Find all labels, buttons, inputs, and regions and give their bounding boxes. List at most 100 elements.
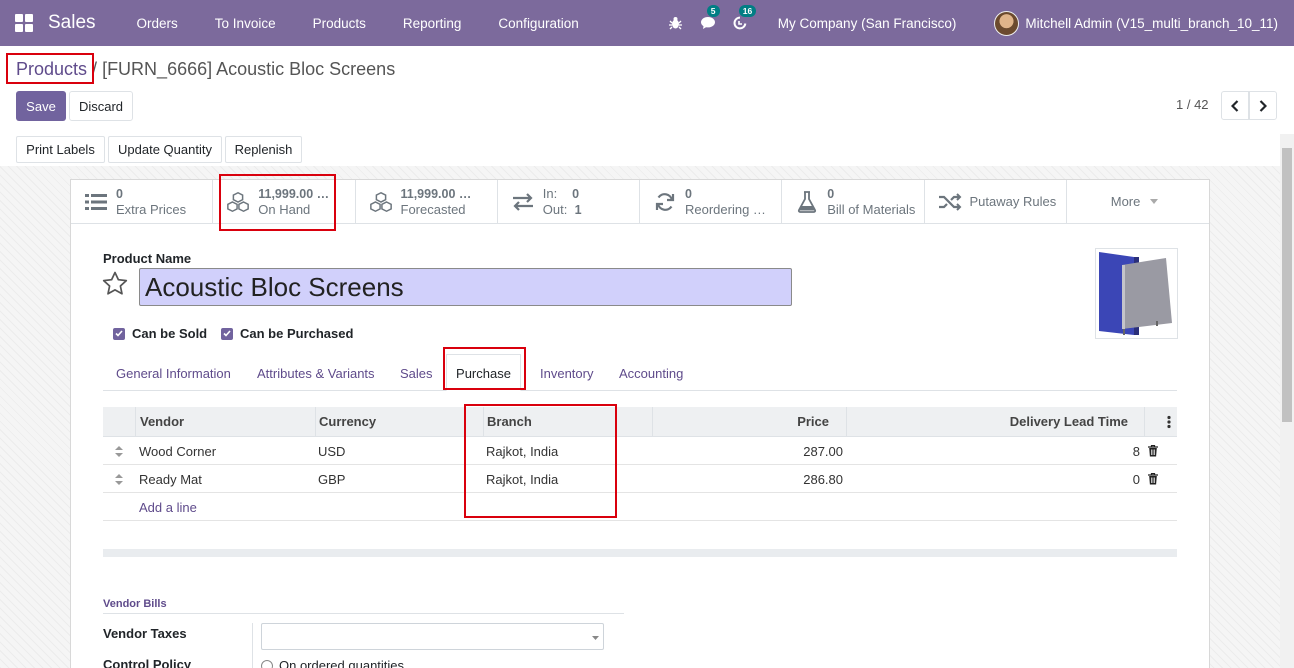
drag-handle-icon[interactable] <box>115 474 123 485</box>
add-line-row: Add a line <box>103 493 1177 521</box>
more-button[interactable]: More <box>1067 180 1209 223</box>
product-name-input[interactable]: Acoustic Bloc Screens <box>139 268 792 306</box>
cell-currency[interactable]: USD <box>318 444 345 459</box>
control-policy-radio[interactable]: On ordered quantities <box>261 658 404 668</box>
activities-icon[interactable]: 16 <box>728 5 757 33</box>
cell-price[interactable]: 286.80 <box>803 472 843 487</box>
menu-to-invoice[interactable]: To Invoice <box>196 16 294 31</box>
column-delivery-lead-time[interactable]: Delivery Lead Time <box>1010 414 1128 429</box>
menu-configuration[interactable]: Configuration <box>479 16 596 31</box>
on-hand-button[interactable]: 11,999.00 … On Hand <box>213 180 356 223</box>
form-sheet: 0 Extra Prices 11,999.00 … On Hand 11,999.… <box>70 179 1210 668</box>
vendor-taxes-label: Vendor Taxes <box>103 626 187 641</box>
control-policy-label: Control Policy <box>103 657 192 668</box>
breadcrumb-products-link[interactable]: Products <box>16 59 87 79</box>
caret-down-icon <box>592 636 599 640</box>
menu-orders[interactable]: Orders <box>118 16 196 31</box>
apps-menu-icon[interactable] <box>15 14 33 32</box>
can-be-sold-checkbox[interactable]: Can be Sold <box>113 326 207 341</box>
menu-products[interactable]: Products <box>294 16 384 31</box>
print-labels-button[interactable]: Print Labels <box>16 136 105 163</box>
optional-columns-icon[interactable] <box>1167 415 1171 429</box>
tab-sales[interactable]: Sales <box>400 366 433 381</box>
column-branch[interactable]: Branch <box>487 414 532 429</box>
company-switcher[interactable]: My Company (San Francisco) <box>778 16 957 31</box>
smart-buttons: 0 Extra Prices 11,999.00 … On Hand 11,999.… <box>71 180 1209 224</box>
menu-reporting[interactable]: Reporting <box>384 16 480 31</box>
section-divider <box>103 613 624 614</box>
tab-inventory[interactable]: Inventory <box>540 366 593 381</box>
in-out-button[interactable]: In: 0 Out: 1 <box>498 180 640 223</box>
tabs-divider <box>103 390 1177 391</box>
can-be-purchased-checkbox[interactable]: Can be Purchased <box>221 326 353 341</box>
vendor-table-header: Vendor Currency Branch Price Delivery Le… <box>103 407 1177 437</box>
vendor-bills-section-title: Vendor Bills <box>103 598 167 610</box>
pager-value[interactable]: 1 / 42 <box>1176 97 1209 112</box>
user-menu[interactable]: Mitchell Admin (V15_multi_branch_10_11) <box>1025 16 1278 31</box>
cell-branch[interactable]: Rajkot, India <box>486 472 558 487</box>
table-row[interactable]: Ready Mat GBP Rajkot, India 286.80 0 <box>103 465 1177 493</box>
trash-icon[interactable] <box>1148 445 1158 457</box>
messages-icon[interactable]: 5 <box>696 5 720 33</box>
random-icon <box>938 191 962 213</box>
tab-purchase[interactable]: Purchase <box>446 354 521 391</box>
tab-general-information[interactable]: General Information <box>116 366 231 381</box>
messages-badge: 5 <box>706 5 720 17</box>
cell-price[interactable]: 287.00 <box>803 444 843 459</box>
replenish-button[interactable]: Replenish <box>225 136 302 163</box>
scrollbar-thumb[interactable] <box>1282 148 1292 422</box>
breadcrumb-current: [FURN_6666] Acoustic Bloc Screens <box>102 59 396 79</box>
drag-handle-icon[interactable] <box>115 446 123 457</box>
cell-delivery-lead-time[interactable]: 0 <box>1133 472 1140 487</box>
tab-accounting[interactable]: Accounting <box>619 366 683 381</box>
save-button[interactable]: Save <box>16 91 66 121</box>
trash-icon[interactable] <box>1148 473 1158 485</box>
pager-previous-button[interactable] <box>1221 91 1249 120</box>
checkbox-checked-icon <box>221 327 233 340</box>
update-quantity-button[interactable]: Update Quantity <box>108 136 222 163</box>
product-name-label: Product Name <box>103 251 192 266</box>
activities-badge: 16 <box>738 5 757 17</box>
app-name[interactable]: Sales <box>48 12 96 34</box>
cubes-icon <box>369 191 393 213</box>
cell-vendor[interactable]: Ready Mat <box>139 472 202 487</box>
checkbox-checked-icon <box>113 327 125 340</box>
tab-attributes-variants[interactable]: Attributes & Variants <box>257 366 375 381</box>
cell-delivery-lead-time[interactable]: 8 <box>1133 444 1140 459</box>
table-footer-bar <box>103 549 1177 557</box>
user-avatar[interactable] <box>994 10 1020 36</box>
column-currency[interactable]: Currency <box>319 414 376 429</box>
list-icon <box>84 191 108 213</box>
star-favorite-icon[interactable] <box>102 271 128 296</box>
flask-icon <box>795 190 819 213</box>
radio-icon <box>261 659 273 668</box>
exchange-icon <box>511 191 535 213</box>
cell-branch[interactable]: Rajkot, India <box>486 444 558 459</box>
bug-icon[interactable] <box>664 13 688 33</box>
vendor-taxes-input[interactable] <box>261 623 604 650</box>
top-navbar: Sales Orders To Invoice Products Reporti… <box>0 0 1294 46</box>
table-row[interactable]: Wood Corner USD Rajkot, India 287.00 8 <box>103 437 1177 465</box>
refresh-icon <box>653 191 677 213</box>
discard-button[interactable]: Discard <box>69 91 133 121</box>
cell-currency[interactable]: GBP <box>318 472 345 487</box>
column-vendor[interactable]: Vendor <box>140 414 184 429</box>
putaway-rules-button[interactable]: Putaway Rules <box>925 180 1067 223</box>
reordering-rules-button[interactable]: 0 Reordering … <box>640 180 783 223</box>
breadcrumb-separator: / <box>87 59 103 79</box>
main-menu: Orders To Invoice Products Reporting Con… <box>118 16 597 31</box>
breadcrumb: Products / [FURN_6666] Acoustic Bloc Scr… <box>16 59 395 80</box>
caret-down-icon <box>1150 199 1159 204</box>
label-separator <box>252 623 253 668</box>
product-image[interactable] <box>1095 248 1178 339</box>
column-price[interactable]: Price <box>797 414 829 429</box>
add-a-line-link[interactable]: Add a line <box>139 500 197 515</box>
chevron-left-icon <box>1231 99 1239 112</box>
chevron-right-icon <box>1259 99 1267 112</box>
cell-vendor[interactable]: Wood Corner <box>139 444 216 459</box>
pager-next-button[interactable] <box>1249 91 1277 120</box>
extra-prices-button[interactable]: 0 Extra Prices <box>71 180 214 223</box>
scrollbar[interactable] <box>1280 134 1294 668</box>
bill-of-materials-button[interactable]: 0 Bill of Materials <box>782 180 925 223</box>
forecasted-button[interactable]: 11,999.00 … Forecasted <box>356 180 498 223</box>
